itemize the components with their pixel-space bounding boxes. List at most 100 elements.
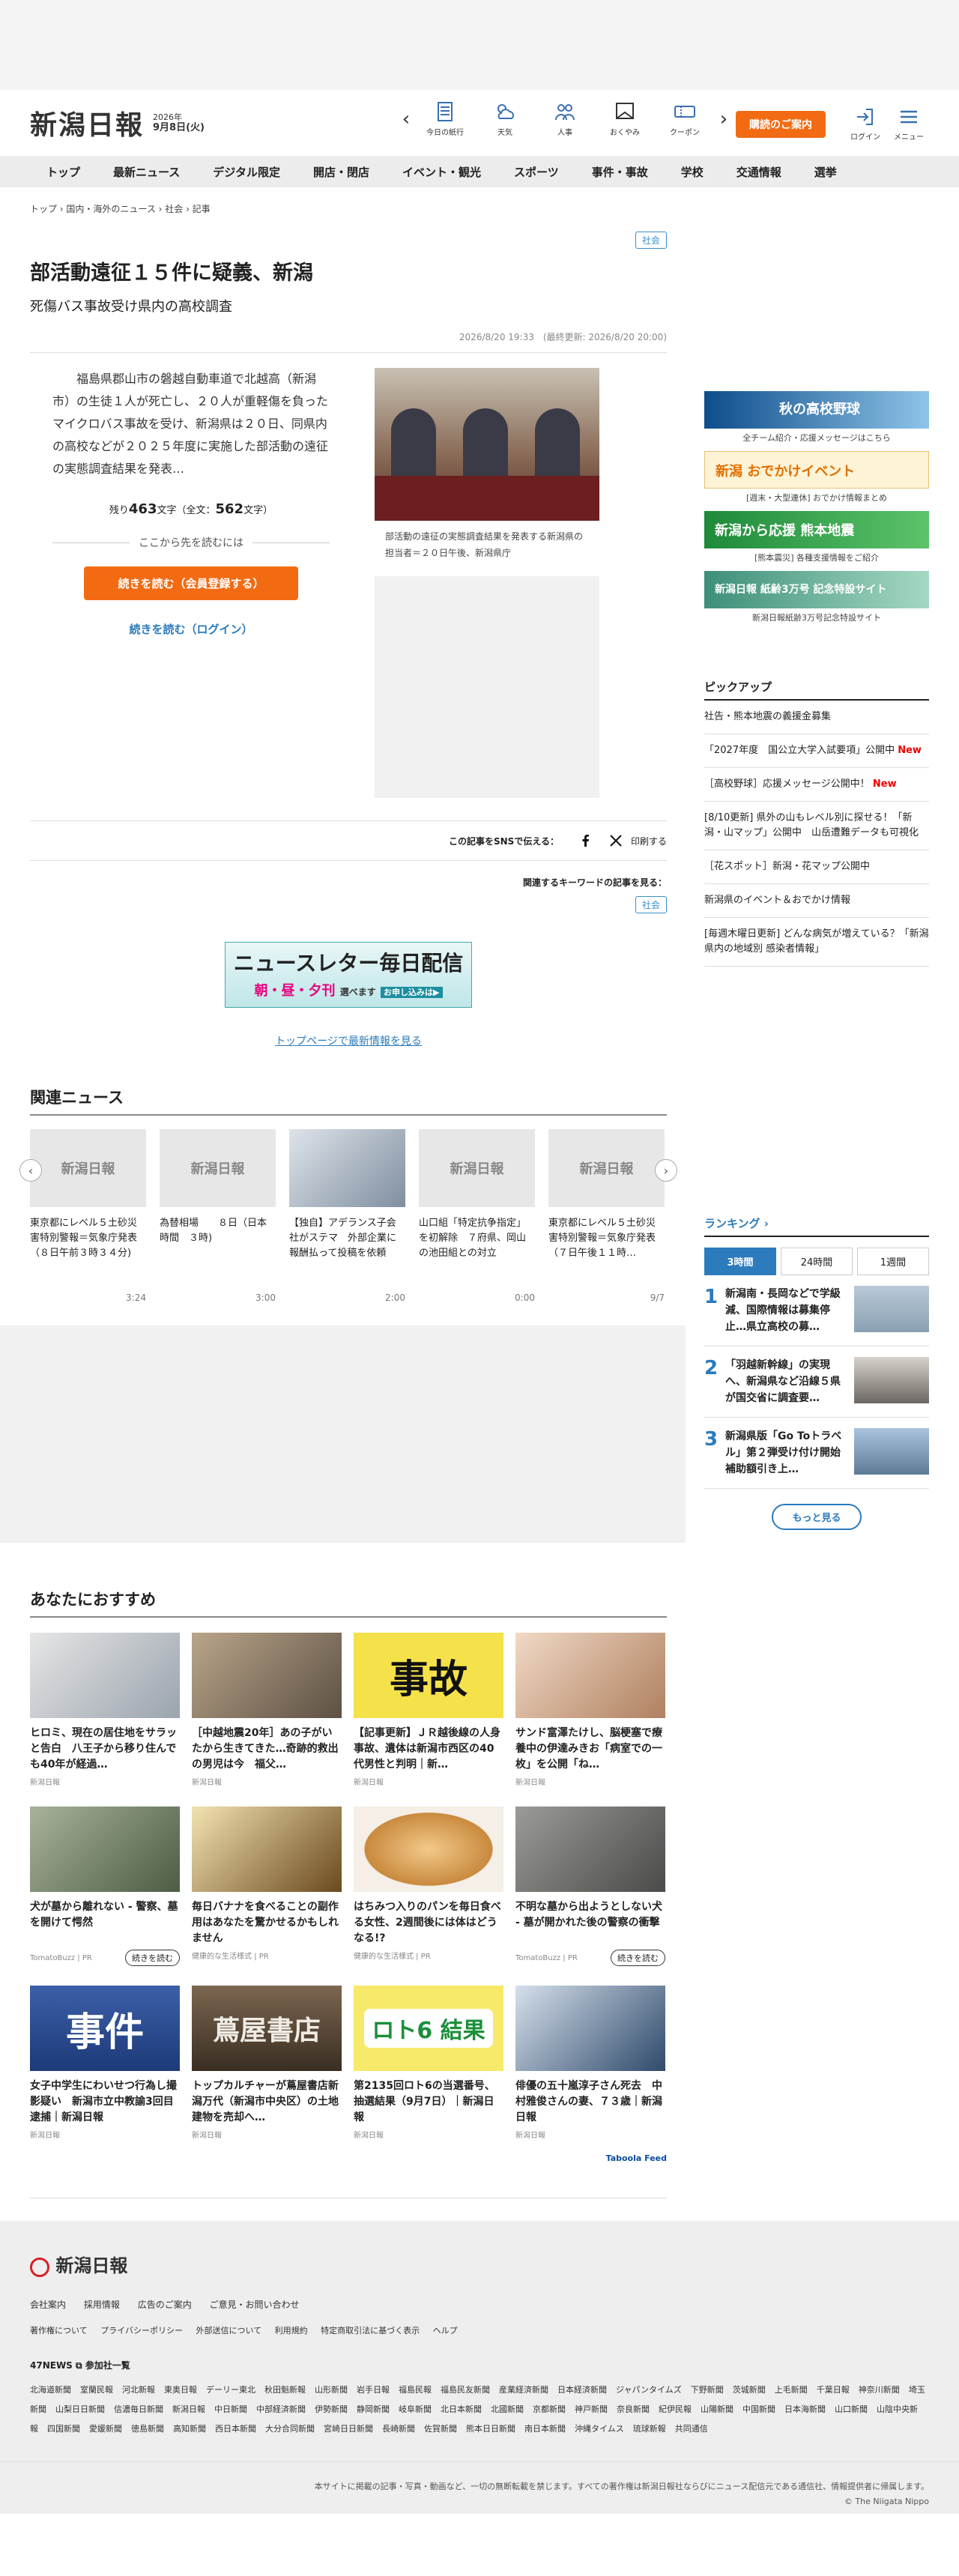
top-page-link[interactable]: トップページで最新情報を見る (30, 1033, 667, 1048)
nav-item-school[interactable]: 学校 (665, 164, 720, 180)
pickup-item[interactable]: 「2027年度 国公立大学入試要項」公開中 New (704, 734, 929, 768)
facebook-icon[interactable] (578, 833, 593, 848)
reco-card[interactable]: 犬が墓から離れない - 警察、墓を開けて愕然 TomatoBuzz | PR 続き… (30, 1806, 180, 1966)
reco-card[interactable]: 事故 【記事更新】ＪＲ越後線の人身事故、遺体は新潟市西区の40代男性と判明｜新…… (354, 1633, 503, 1787)
footer-link[interactable]: 外部送信について (196, 2326, 261, 2335)
member-paper-link[interactable]: 山口新聞 (835, 2404, 868, 2414)
member-paper-link[interactable]: 岩手日報 (357, 2385, 390, 2395)
member-paper-link[interactable]: デーリー東北 (206, 2385, 255, 2395)
footer-link[interactable]: プライバシーポリシー (100, 2326, 183, 2335)
category-tag[interactable]: 社会 (635, 232, 667, 249)
banner-30000[interactable]: 新潟日報 紙齢3万号 記念特設サイト (704, 571, 929, 608)
member-paper-link[interactable]: 茨城新聞 (733, 2385, 766, 2395)
read-more-button[interactable]: 続きを読む (611, 1950, 665, 1966)
member-paper-link[interactable]: 新潟日報 (172, 2404, 205, 2414)
banner-outing[interactable]: 新潟 おでかけイベント (704, 451, 929, 489)
ranking-title[interactable]: ランキング › (704, 1215, 929, 1237)
member-paper-link[interactable]: 四国新聞 (47, 2424, 80, 2434)
login-button[interactable]: ログイン (844, 106, 887, 142)
reco-card[interactable]: 毎日バナナを食べることの副作用はあなたを驚かせるかもしれません 健康的な生活様式… (192, 1806, 342, 1966)
member-paper-link[interactable]: 大分合同新聞 (265, 2424, 315, 2434)
member-paper-link[interactable]: 奈良新聞 (617, 2404, 650, 2414)
shortcut-obituary[interactable]: おくやみ (595, 100, 655, 137)
read-more-button[interactable]: 続きを読む (125, 1950, 180, 1966)
pickup-item[interactable]: [毎週木曜日更新] どんな病気が増えている？「新潟県内の地域別 感染者情報」 (704, 918, 929, 967)
member-paper-link[interactable]: 紀伊民報 (659, 2404, 692, 2414)
footer-link[interactable]: 広告のご案内 (138, 2300, 192, 2310)
member-paper-link[interactable]: 下野新聞 (691, 2385, 724, 2395)
member-paper-link[interactable]: 琉球新報 (633, 2424, 666, 2434)
member-paper-link[interactable]: ジャパンタイムズ (616, 2385, 682, 2395)
member-paper-link[interactable]: 中部経済新聞 (256, 2404, 306, 2414)
footer-link[interactable]: 会社案内 (30, 2300, 66, 2310)
reco-card[interactable]: ヒロミ、現在の居住地をサラッと告白 八王子から移り住んでも40年が経過… 新潟日… (30, 1633, 180, 1787)
shortcut-personnel[interactable]: 人事 (535, 100, 595, 137)
nav-item-events[interactable]: イベント・観光 (386, 164, 497, 180)
footer-link[interactable]: 利用規約 (275, 2326, 308, 2335)
member-paper-link[interactable]: 伊勢新聞 (315, 2404, 348, 2414)
nav-item-open-close[interactable]: 開店・閉店 (297, 164, 386, 180)
member-paper-link[interactable]: 西日本新聞 (215, 2424, 256, 2434)
footer-link[interactable]: 著作権について (30, 2326, 88, 2335)
member-paper-link[interactable]: 神戸新聞 (575, 2404, 608, 2414)
related-card[interactable]: 新潟日報 東京都にレベル５土砂災害特別警報＝気象庁発表（７日午後１１時… 9/7 (548, 1129, 665, 1303)
reco-card[interactable]: はちみつ入りのパンを毎日食べる女性、2週間後には体はどうなる!? 健康的な生活様… (354, 1806, 503, 1966)
member-paper-link[interactable]: 共同通信 (675, 2424, 708, 2434)
chevron-left-icon[interactable]: ‹ (397, 108, 415, 130)
nav-item-top[interactable]: トップ (30, 164, 97, 180)
member-paper-link[interactable]: 山陽新聞 (701, 2404, 733, 2414)
reco-card[interactable]: ロト6 結果 第2135回ロト6の当選番号、抽選結果（9月7日）｜新潟日報 新潟… (354, 1986, 503, 2140)
banner-baseball[interactable]: 秋の高校野球 (704, 391, 929, 429)
ranking-item[interactable]: 3 新潟県版「Go Toトラベル」第２弾受け付け開始 補助額引き上… (704, 1418, 929, 1489)
related-card[interactable]: 新潟日報 山口組「特定抗争指定」を初解除 ７府県、岡山の池田組との対立 0:00 (419, 1129, 535, 1303)
nav-item-sports[interactable]: スポーツ (497, 164, 575, 180)
nav-item-digital[interactable]: デジタル限定 (196, 164, 297, 180)
ranking-more-button[interactable]: もっと見る (772, 1504, 862, 1530)
read-more-login-link[interactable]: 続きを読む（ログイン） (30, 621, 352, 637)
read-more-register-button[interactable]: 続きを読む（会員登録する） (84, 566, 298, 600)
member-paper-link[interactable]: 高知新聞 (173, 2424, 206, 2434)
reco-card[interactable]: 蔦屋書店 トップカルチャーが蔦屋書店新潟万代（新潟市中央区）の土地建物を売却へ…… (192, 1986, 342, 2140)
member-paper-link[interactable]: 京都新聞 (533, 2404, 566, 2414)
carousel-prev-button[interactable]: ‹ (19, 1159, 42, 1182)
reco-card[interactable]: 俳優の五十嵐淳子さん死去 中村雅俊さんの妻、７３歳｜新潟日報 新潟日報 (515, 1986, 665, 2140)
member-paper-link[interactable]: 佐賀新聞 (424, 2424, 457, 2434)
member-paper-link[interactable]: 北國新聞 (491, 2404, 524, 2414)
member-paper-link[interactable]: 南日本新聞 (524, 2424, 566, 2434)
related-card[interactable]: 【独自】アデランス子会社がステマ 外部企業に報酬払って投稿を依頼 2:00 (289, 1129, 405, 1303)
member-paper-link[interactable]: 産業経済新聞 (499, 2385, 548, 2395)
member-paper-link[interactable]: 日本経済新聞 (557, 2385, 607, 2395)
pickup-item[interactable]: 社告・熊本地震の義援金募集 (704, 701, 929, 734)
x-icon[interactable] (608, 833, 623, 848)
member-paper-link[interactable]: 沖縄タイムス (575, 2424, 624, 2434)
footer-logo[interactable]: 新潟日報 (30, 2251, 929, 2277)
site-logo[interactable]: 新潟日報 (30, 103, 144, 142)
footer-link[interactable]: 特定商取引法に基づく表示 (321, 2326, 420, 2335)
chevron-right-icon[interactable]: › (715, 108, 733, 130)
member-paper-link[interactable]: 愛媛新聞 (89, 2424, 122, 2434)
related-card[interactable]: 新潟日報 東京都にレベル５土砂災害特別警報＝気象庁発表（８日午前３時３４分) 3… (30, 1129, 146, 1303)
member-paper-link[interactable]: 徳島新聞 (131, 2424, 164, 2434)
member-paper-link[interactable]: 宮崎日日新聞 (324, 2424, 373, 2434)
member-paper-link[interactable]: 北日本新聞 (441, 2404, 482, 2414)
related-card[interactable]: 新潟日報 為替相場 ８日（日本時間 ３時) 3:00 (160, 1129, 276, 1303)
footer-link[interactable]: 採用情報 (84, 2300, 120, 2310)
member-paper-link[interactable]: 長崎新聞 (382, 2424, 415, 2434)
nav-item-traffic[interactable]: 交通情報 (720, 164, 798, 180)
breadcrumb[interactable]: トップ › 国内・海外のニュース › 社会 › 記事 (30, 202, 667, 215)
pickup-item[interactable]: ［高校野球］応援メッセージ公開中！ New (704, 768, 929, 802)
member-paper-link[interactable]: 岐阜新聞 (399, 2404, 432, 2414)
shortcut-coupon[interactable]: クーポン (655, 100, 715, 137)
reco-card[interactable]: ［中越地震20年］あの子がいたから生きてきた…奇跡的救出の男児は今 福父… 新潟… (192, 1633, 342, 1787)
member-paper-link[interactable]: 中日新聞 (214, 2404, 247, 2414)
nav-item-incidents[interactable]: 事件・事故 (575, 164, 665, 180)
shortcut-weather[interactable]: 天気 (475, 100, 535, 137)
member-paper-link[interactable]: 日本海新聞 (784, 2404, 826, 2414)
member-paper-link[interactable]: 北海道新聞 (30, 2385, 71, 2395)
newsletter-banner[interactable]: ニュースレター毎日配信 朝・昼・夕刊 選べます お申し込みは▶ (225, 942, 472, 1008)
member-paper-link[interactable]: 秋田魁新報 (264, 2385, 306, 2395)
member-paper-link[interactable]: 福島民友新聞 (441, 2385, 490, 2395)
member-paper-link[interactable]: 熊本日日新聞 (466, 2424, 515, 2434)
tab-24h[interactable]: 24時間 (781, 1248, 853, 1275)
member-paper-link[interactable]: 山形新聞 (315, 2385, 348, 2395)
